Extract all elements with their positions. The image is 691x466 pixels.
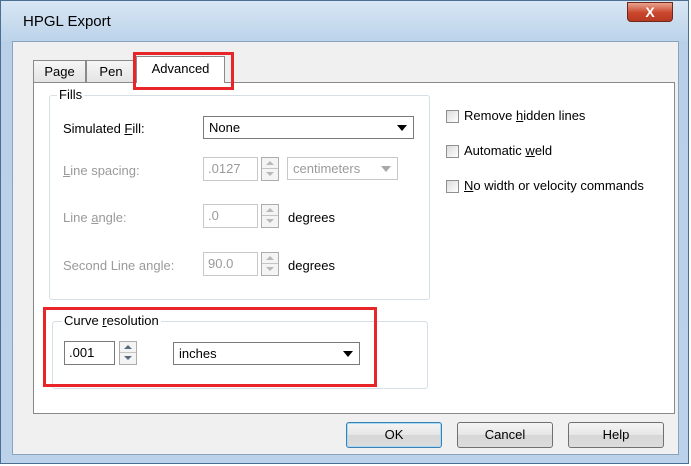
advanced-tab-highlight: [133, 52, 234, 90]
chevron-down-icon: [397, 125, 407, 131]
close-icon: X: [645, 4, 655, 20]
tab-page-label: Page: [44, 64, 75, 79]
line-spacing-unit-value: centimeters: [293, 161, 361, 176]
second-line-angle-stepper[interactable]: [261, 252, 279, 276]
arrow-down-icon: [266, 267, 274, 271]
title-bar[interactable]: HPGL Export X: [1, 1, 688, 41]
second-line-angle-input[interactable]: 90.0: [203, 252, 258, 276]
close-button[interactable]: X: [627, 2, 673, 22]
line-angle-unit: degrees: [288, 210, 335, 225]
tab-page[interactable]: Page: [33, 60, 86, 82]
simulated-fill-value: None: [209, 120, 241, 135]
arrow-up-icon: [266, 161, 274, 165]
dialog-window: HPGL Export X Page Pen Advanced Fills Si…: [0, 0, 689, 464]
ok-button[interactable]: OK: [346, 422, 442, 448]
remove-hidden-lines-label[interactable]: Remove hidden lines: [464, 108, 585, 123]
arrow-up-icon: [266, 208, 274, 212]
simulated-fill-label: Simulated Fill:: [63, 121, 145, 136]
line-angle-label: Line angle:: [63, 210, 127, 225]
line-spacing-label: Line spacing:: [63, 163, 140, 178]
arrow-down-icon: [266, 219, 274, 223]
help-button[interactable]: Help: [568, 422, 664, 448]
chevron-down-icon: [381, 166, 391, 172]
line-spacing-stepper[interactable]: [261, 157, 279, 181]
curve-resolution-highlight: [43, 307, 377, 387]
line-spacing-input[interactable]: .0127: [203, 157, 258, 181]
automatic-weld-checkbox[interactable]: [446, 145, 459, 158]
line-angle-input[interactable]: .0: [203, 204, 258, 228]
arrow-up-icon: [266, 256, 274, 260]
remove-hidden-lines-checkbox[interactable]: [446, 110, 459, 123]
line-angle-stepper[interactable]: [261, 204, 279, 228]
advanced-tab-panel: Fills Simulated Fill: None Line spacing:…: [33, 82, 675, 414]
no-width-velocity-checkbox[interactable]: [446, 180, 459, 193]
ok-button-label: OK: [384, 427, 404, 442]
second-line-angle-label: Second Line angle:: [63, 258, 175, 273]
tab-pen-label: Pen: [99, 64, 123, 79]
window-title: HPGL Export: [23, 13, 111, 30]
tab-pen[interactable]: Pen: [86, 60, 136, 82]
automatic-weld-label[interactable]: Automatic weld: [464, 143, 552, 158]
cancel-button-label: Cancel: [484, 427, 526, 442]
no-width-velocity-label[interactable]: No width or velocity commands: [464, 178, 644, 193]
line-spacing-unit-select[interactable]: centimeters: [287, 157, 398, 180]
simulated-fill-select[interactable]: None: [203, 116, 414, 139]
arrow-down-icon: [266, 172, 274, 176]
fills-group: Fills Simulated Fill: None Line spacing:…: [49, 87, 430, 300]
fills-group-label: Fills: [57, 87, 85, 102]
dialog-body: Page Pen Advanced Fills Simulated Fill: …: [12, 41, 679, 455]
help-button-label: Help: [602, 427, 630, 442]
cancel-button[interactable]: Cancel: [457, 422, 553, 448]
second-line-angle-unit: degrees: [288, 258, 335, 273]
